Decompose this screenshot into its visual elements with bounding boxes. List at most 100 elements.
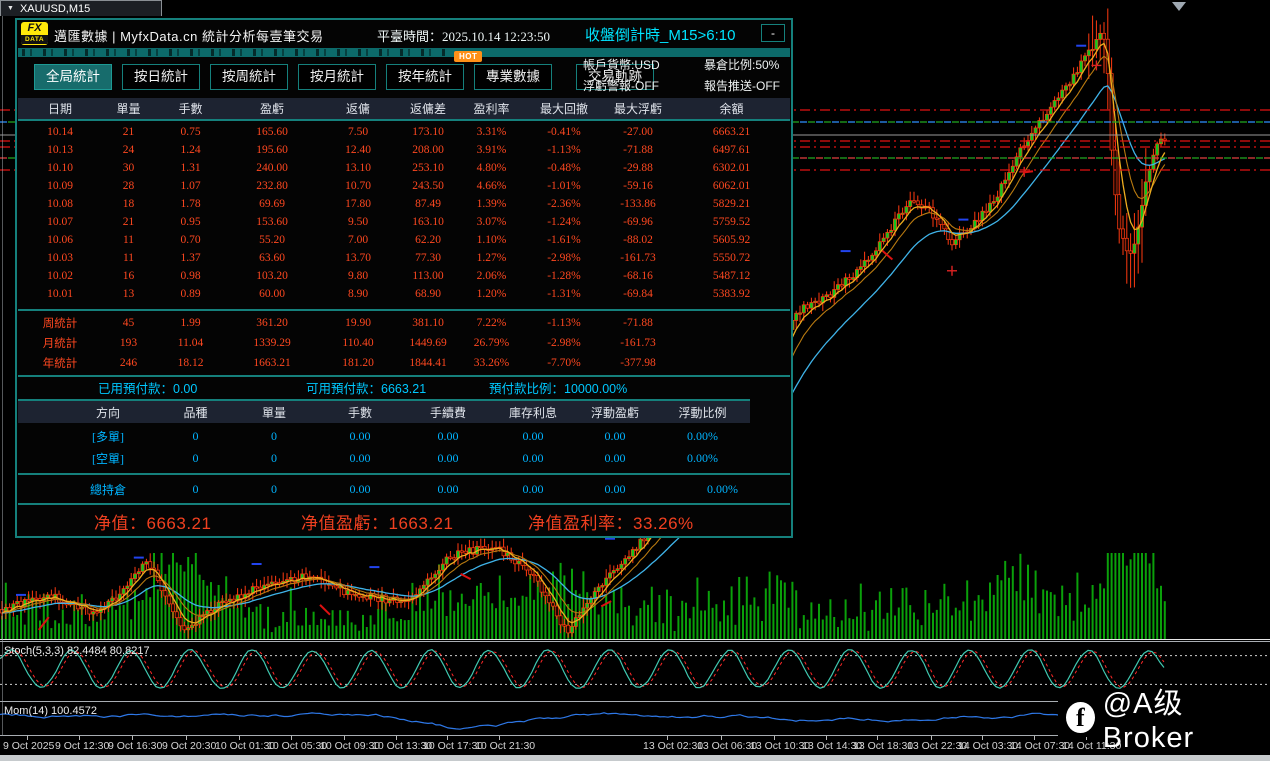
- stats-row: 10.08181.7869.6917.8087.491.39%-2.36%-13…: [18, 195, 790, 213]
- stats-cell: 5383.92: [673, 288, 790, 300]
- stats-cell: 5487.12: [673, 270, 790, 282]
- panel-tab[interactable]: 專業數據: [474, 64, 552, 90]
- stats-summary-cell: 19.90: [318, 317, 398, 329]
- time-axis-tick: [931, 736, 932, 740]
- stats-cell: 1.07: [155, 180, 226, 192]
- stats-cell: 1.10%: [458, 234, 525, 246]
- stats-cell: 10.08: [18, 198, 102, 210]
- stats-cell: 232.80: [226, 180, 318, 192]
- stats-summary-cell: 1844.41: [398, 357, 458, 369]
- time-axis-label: 9 Oct 20:30: [162, 740, 216, 752]
- stats-row: 10.03111.3763.6013.7077.301.27%-2.98%-16…: [18, 249, 790, 267]
- stats-cell: 10.06: [18, 234, 102, 246]
- stats-cell: 243.50: [398, 180, 458, 192]
- stats-cell: -71.88: [603, 144, 673, 156]
- stats-summary-cell: -71.88: [603, 317, 673, 329]
- stats-summary-cell: 18.12: [155, 357, 226, 369]
- stats-cell: 0.75: [155, 126, 226, 138]
- stats-cell: 16: [102, 270, 155, 282]
- positions-header-cell: 單量: [233, 404, 315, 421]
- positions-cell: 0.00: [491, 429, 575, 444]
- positions-cell: 0: [158, 451, 233, 466]
- stats-cell: 13.70: [318, 252, 398, 264]
- positions-cell: 0: [233, 451, 315, 466]
- divider: [18, 473, 790, 475]
- stats-cell: 11: [102, 234, 155, 246]
- trading-terminal: ▼ XAUUSD,M15 FX DATA 邁匯數據 | MyfxData.cn …: [0, 0, 1270, 761]
- stats-summary-cell: 246: [102, 357, 155, 369]
- positions-header-cell: 手續費: [405, 404, 491, 421]
- stats-row: 10.10301.31240.0013.10253.104.80%-0.48%-…: [18, 159, 790, 177]
- stats-summary-cell: 7.22%: [458, 317, 525, 329]
- stats-cell: -69.84: [603, 288, 673, 300]
- time-axis-tick: [982, 736, 983, 740]
- stats-cell: 30: [102, 162, 155, 174]
- stats-cell: 28: [102, 180, 155, 192]
- positions-header-cell: 方向: [58, 404, 158, 421]
- panel-tab[interactable]: 全局統計: [34, 64, 112, 90]
- stats-cell: 1.78: [155, 198, 226, 210]
- stats-row: 10.06110.7055.207.0062.201.10%-1.61%-88.…: [18, 231, 790, 249]
- stats-header-cell: 單量: [102, 100, 155, 117]
- stats-cell: 5829.21: [673, 198, 790, 210]
- stats-summary-row: 周統計451.99361.2019.90381.107.22%-1.13%-71…: [18, 313, 790, 333]
- panel-tab-bar: 全局統計按日統計按周統計按月統計按年統計專業數據交易軌跡: [34, 64, 654, 90]
- stats-cell: 253.10: [398, 162, 458, 174]
- stats-cell: 10.07: [18, 216, 102, 228]
- stats-cell: 55.20: [226, 234, 318, 246]
- equity-row: 净值：6663.21净值盈虧：1663.21净值盈利率：33.26%: [18, 507, 790, 535]
- positions-cell: [空單]: [58, 450, 158, 467]
- stats-cell: 208.00: [398, 144, 458, 156]
- stats-header-cell: 最大回撤: [525, 100, 603, 117]
- positions-row: [空單]000.000.000.000.000.00%: [18, 447, 750, 469]
- stats-summary-cell: 26.79%: [458, 337, 525, 349]
- panel-tab[interactable]: 按日統計: [122, 64, 200, 90]
- time-axis-tick: [344, 736, 345, 740]
- time-axis-tick: [774, 736, 775, 740]
- time-axis-tick: [186, 736, 187, 740]
- logo-fx-text: FX: [21, 22, 48, 35]
- stats-cell: 62.20: [398, 234, 458, 246]
- stats-cell: 68.90: [398, 288, 458, 300]
- stats-header-cell: 返傭: [318, 100, 398, 117]
- stats-cell: 103.20: [226, 270, 318, 282]
- positions-cell: 0.00: [405, 429, 491, 444]
- stats-cell: 163.10: [398, 216, 458, 228]
- stats-cell: 7.00: [318, 234, 398, 246]
- stats-cell: 1.27%: [458, 252, 525, 264]
- stochastic-pane[interactable]: [0, 642, 1270, 700]
- positions-cell: 0.00: [575, 451, 655, 466]
- stats-summary-row: 年統計24618.121663.21181.201844.4133.26%-7.…: [18, 353, 790, 373]
- chart-symbol-tab[interactable]: ▼ XAUUSD,M15: [0, 0, 162, 16]
- positions-cell: 0.00%: [655, 429, 750, 444]
- stats-cell: 195.60: [226, 144, 318, 156]
- minimize-button[interactable]: -: [761, 24, 785, 42]
- stats-summary-cell: 年統計: [18, 355, 102, 371]
- positions-cell: 0: [233, 429, 315, 444]
- stats-summary-cell: -1.13%: [525, 317, 603, 329]
- panel-tab[interactable]: 按月統計: [298, 64, 376, 90]
- stats-cell: 165.60: [226, 126, 318, 138]
- logo-data-text: DATA: [21, 35, 48, 44]
- positions-cell: 0.00: [491, 451, 575, 466]
- stats-cell: -1.31%: [525, 288, 603, 300]
- stats-cell: 18: [102, 198, 155, 210]
- stats-cell: 10.03: [18, 252, 102, 264]
- stats-summary-cell: -161.73: [603, 337, 673, 349]
- time-axis-tick: [396, 736, 397, 740]
- stats-cell: 63.60: [226, 252, 318, 264]
- stats-cell: 12.40: [318, 144, 398, 156]
- time-axis-tick: [447, 736, 448, 740]
- account-info-item: 暴倉比例:50%: [704, 56, 780, 73]
- time-axis-label: 10 Oct 05:30: [267, 740, 327, 752]
- stats-table-body: 10.14210.75165.607.50173.103.31%-0.41%-2…: [18, 123, 790, 303]
- time-axis: 9 Oct 20259 Oct 12:309 Oct 16:309 Oct 20…: [0, 736, 1270, 755]
- panel-tab[interactable]: 按周統計: [210, 64, 288, 90]
- stats-cell: -1.61%: [525, 234, 603, 246]
- stats-cell: 6302.01: [673, 162, 790, 174]
- stats-summary-cell: -2.98%: [525, 337, 603, 349]
- account-info: 帳戶貨幣:USD暴倉比例:50%浮虧警報-OFF報告推送-OFF: [583, 56, 780, 94]
- time-axis-tick: [826, 736, 827, 740]
- panel-tab[interactable]: 按年統計: [386, 64, 464, 90]
- stats-cell: 9.50: [318, 216, 398, 228]
